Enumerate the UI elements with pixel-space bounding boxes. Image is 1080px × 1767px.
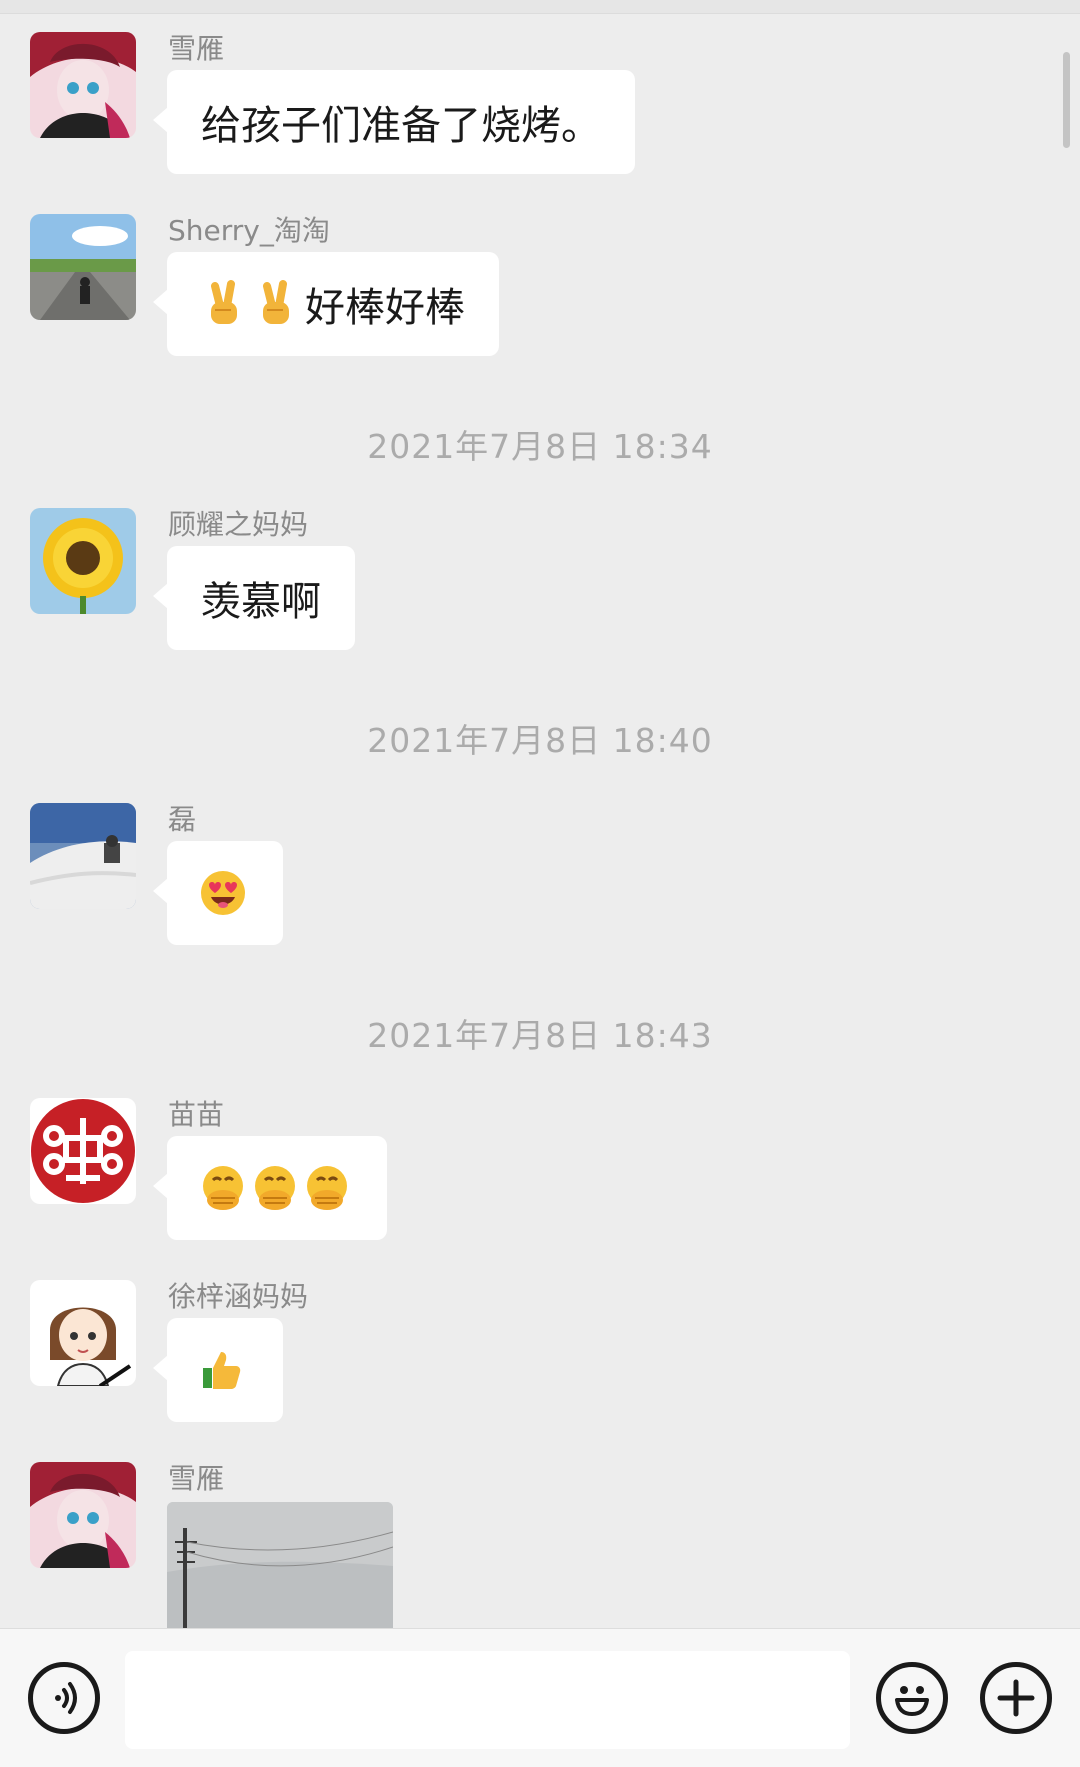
sender-name: Sherry_淘淘 (168, 214, 330, 247)
message-bubble[interactable]: 给孩子们准备了烧烤。 (153, 70, 635, 174)
emoji-icon (895, 1686, 929, 1716)
image-message[interactable] (167, 1502, 393, 1628)
avatar[interactable] (30, 1280, 136, 1386)
avatar[interactable] (30, 803, 136, 909)
message-bubble[interactable] (153, 841, 283, 945)
message-bubble[interactable] (153, 1318, 283, 1422)
chat-area[interactable]: 雪雁 给孩子们准备了烧烤。 Sherry_淘淘 好棒好棒 2021年7月8日 1… (0, 0, 1080, 1628)
message-bubble[interactable] (153, 1136, 387, 1240)
avatar[interactable] (30, 1462, 136, 1568)
sender-name: 雪雁 (168, 32, 225, 65)
sender-name: 磊 (168, 803, 197, 836)
thumbs-up-icon (199, 1346, 247, 1394)
message-input[interactable] (125, 1651, 850, 1749)
hand-over-mouth-face-icon (303, 1164, 351, 1212)
sender-name: 顾耀之妈妈 (168, 508, 309, 541)
avatar[interactable] (30, 508, 136, 614)
timestamp: 2021年7月8日 18:34 (367, 427, 713, 466)
sender-name: 徐梓涵妈妈 (168, 1280, 309, 1313)
sender-name: 苗苗 (168, 1098, 225, 1131)
victory-hand-icon (201, 280, 249, 328)
message-text: 好棒好棒 (305, 285, 465, 331)
voice-icon (55, 1682, 77, 1714)
top-divider (0, 0, 1080, 14)
message-text: 羡慕啊 (201, 579, 321, 625)
timestamp: 2021年7月8日 18:43 (367, 1016, 713, 1055)
hand-over-mouth-face-icon (199, 1164, 247, 1212)
sender-name: 雪雁 (168, 1462, 225, 1495)
message-bubble[interactable]: 好棒好棒 (153, 252, 499, 356)
timestamp: 2021年7月8日 18:40 (367, 721, 713, 760)
emoji-button[interactable] (876, 1662, 948, 1734)
message-text: 给孩子们准备了烧烤。 (201, 103, 601, 149)
message-bubble[interactable]: 羡慕啊 (153, 546, 355, 650)
avatar[interactable] (30, 1098, 136, 1204)
victory-hand-icon (253, 280, 301, 328)
photo-image (167, 1502, 393, 1628)
hand-over-mouth-face-icon (251, 1164, 299, 1212)
plus-icon (997, 1679, 1035, 1717)
more-button[interactable] (980, 1662, 1052, 1734)
avatar[interactable] (30, 32, 136, 138)
avatar[interactable] (30, 214, 136, 320)
scrollbar[interactable] (1063, 52, 1070, 148)
heart-eyes-face-icon (199, 869, 247, 917)
input-toolbar (0, 1628, 1080, 1767)
voice-button[interactable] (28, 1662, 100, 1734)
